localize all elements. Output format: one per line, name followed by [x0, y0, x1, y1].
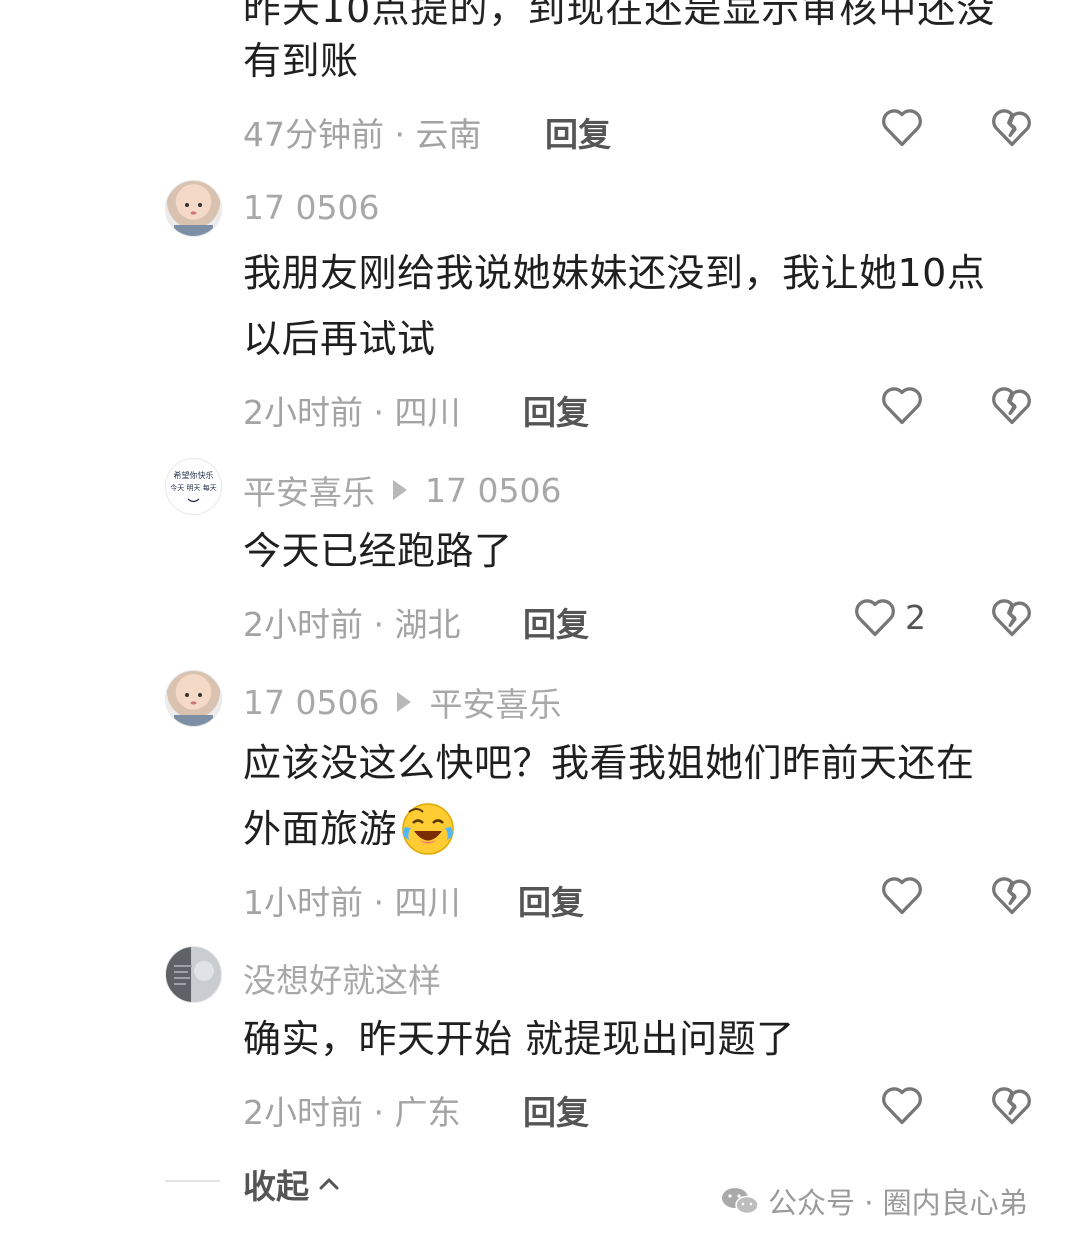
- avatar-text-line: 今天 明天 每天: [170, 483, 216, 492]
- like-count: 2: [905, 598, 926, 637]
- heart-icon[interactable]: [880, 384, 924, 426]
- avatar[interactable]: [165, 180, 222, 237]
- comment-text-line: 以后再试试: [243, 317, 436, 361]
- broken-heart-icon[interactable]: [990, 384, 1034, 426]
- comment-text-line: 有到账: [243, 39, 359, 83]
- watermark-text: 公众号 · 圈内良心弟: [768, 1186, 1028, 1220]
- comment-time-location: 2小时前 · 四川: [243, 393, 461, 432]
- reply-button[interactable]: 回复: [523, 1086, 589, 1134]
- reply-to-username[interactable]: 17 0506: [425, 471, 561, 510]
- comment-text: 有到账: [243, 28, 359, 94]
- laughing-crying-emoji-icon: [402, 803, 454, 855]
- comment-text: 今天已经跑路了: [243, 518, 513, 584]
- comment-username[interactable]: 平安喜乐 17 0506: [243, 466, 561, 514]
- heart-icon[interactable]: [880, 106, 924, 148]
- comment-username[interactable]: 17 0506 平安喜乐: [243, 678, 561, 726]
- collapse-button[interactable]: 收起: [243, 1160, 341, 1208]
- avatar-face-icon: [174, 693, 213, 726]
- avatar-text-line: 希望你快乐: [174, 470, 214, 480]
- collapse-label[interactable]: 收起: [243, 1160, 309, 1208]
- reply-arrow-icon: [393, 480, 407, 500]
- comment-text-line: 外面旅游: [243, 807, 398, 851]
- reply-to-username[interactable]: 平安喜乐: [429, 678, 561, 726]
- heart-icon[interactable]: [853, 596, 897, 638]
- broken-heart-icon[interactable]: [990, 1084, 1034, 1126]
- username-label[interactable]: 17 0506: [243, 188, 379, 227]
- comment-time-location: 1小时前 · 四川: [243, 883, 461, 922]
- comment-time-location: 2小时前 · 广东: [243, 1093, 461, 1132]
- heart-icon[interactable]: [880, 1084, 924, 1126]
- comment-username[interactable]: 没想好就这样: [243, 954, 441, 1002]
- comment-thread: 昨天10点提的，到现在还是显示审核中还没 有到账 47分钟前 · 云南 回复 1…: [0, 0, 1080, 1241]
- reply-button[interactable]: 回复: [523, 598, 589, 646]
- comment-username[interactable]: 17 0506: [243, 188, 379, 227]
- comment-time-location: 2小时前 · 湖北: [243, 605, 461, 644]
- chevron-up-icon[interactable]: [317, 1175, 341, 1193]
- heart-icon[interactable]: [880, 874, 924, 916]
- avatar[interactable]: 希望你快乐 今天 明天 每天: [165, 458, 222, 515]
- comment-text-line: 今天已经跑路了: [243, 529, 513, 573]
- comment-text-line-wrap: 外面旅游: [243, 796, 975, 862]
- collapse-divider: [165, 1180, 220, 1182]
- comment-text-line: 我朋友刚给我说她妹妹还没到，我让她10点: [243, 251, 986, 295]
- username-label[interactable]: 17 0506: [243, 683, 379, 722]
- avatar-text-image: 希望你快乐 今天 明天 每天: [170, 470, 217, 503]
- broken-heart-icon[interactable]: [990, 874, 1034, 916]
- comment-text-line: 应该没这么快吧？我看我姐她们昨前天还在: [243, 741, 975, 785]
- avatar-face-icon: [174, 203, 213, 236]
- reply-button[interactable]: 回复: [518, 876, 584, 924]
- comment-text-line: 确实，昨天开始 就提现出问题了: [243, 1017, 795, 1061]
- username-label[interactable]: 没想好就这样: [243, 954, 441, 1002]
- broken-heart-icon[interactable]: [990, 596, 1034, 638]
- comment-time-location: 47分钟前 · 云南: [243, 115, 482, 154]
- username-label[interactable]: 平安喜乐: [243, 466, 375, 514]
- broken-heart-icon[interactable]: [990, 106, 1034, 148]
- wechat-icon: [722, 1188, 759, 1215]
- watermark: 公众号 · 圈内良心弟: [720, 1180, 1028, 1222]
- avatar[interactable]: [165, 670, 222, 727]
- reply-button[interactable]: 回复: [523, 386, 589, 434]
- comment-text: 应该没这么快吧？我看我姐她们昨前天还在 外面旅游: [243, 730, 975, 862]
- comment-text: 我朋友刚给我说她妹妹还没到，我让她10点 以后再试试: [243, 240, 985, 372]
- avatar[interactable]: [165, 946, 222, 1003]
- avatar-portrait-icon: [174, 961, 214, 985]
- reply-arrow-icon: [397, 692, 412, 712]
- comment-text: 确实，昨天开始 就提现出问题了: [243, 1006, 795, 1072]
- reply-button[interactable]: 回复: [545, 108, 611, 156]
